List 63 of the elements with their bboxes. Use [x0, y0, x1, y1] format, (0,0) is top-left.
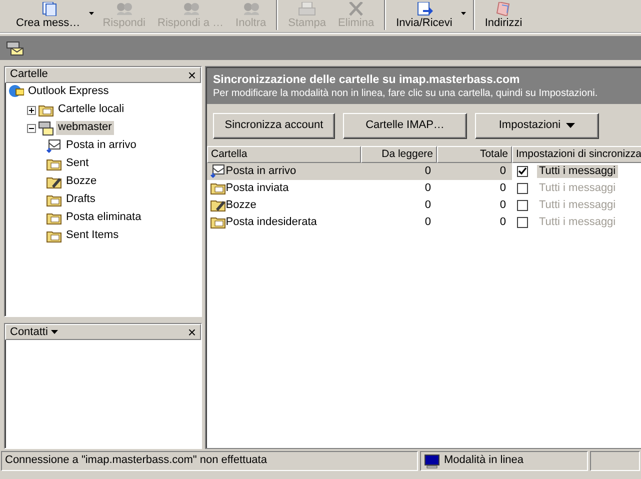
table-cell: 0 [424, 198, 431, 212]
status-panel [590, 451, 640, 471]
tree-item[interactable]: Bozze [64, 175, 99, 189]
dropdown-arrow-icon [566, 123, 576, 128]
table-cell: 0 [500, 198, 506, 212]
tree-item[interactable]: webmaster [56, 121, 114, 135]
column-header[interactable]: Cartella [207, 146, 361, 163]
table-cell: 0 [500, 164, 506, 178]
tree-item[interactable]: Posta in arrivo [64, 139, 138, 153]
table-cell-text: Tutti i messaggi [538, 216, 617, 229]
checkbox[interactable] [517, 200, 528, 211]
collapse-icon[interactable] [27, 124, 36, 132]
sync-description: Per modificare la modalità non in linea, fare clic su una cartella, quindi su Impostazioni. [213, 88, 599, 100]
table-cell: 0 [424, 216, 431, 229]
table-cell: 0 [500, 182, 506, 195]
inbox-icon [46, 138, 62, 154]
column-header[interactable]: Da leggere [361, 146, 437, 163]
people-icon [115, 2, 134, 16]
checkbox[interactable] [517, 182, 528, 194]
close-button[interactable]: × [188, 68, 196, 82]
table-cell: Posta in arrivo [226, 164, 296, 178]
checkbox[interactable] [517, 216, 528, 228]
pane-title[interactable]: Contatti [10, 326, 48, 339]
mail-server-icon [38, 120, 54, 136]
globe-envelope-icon [8, 84, 24, 100]
table-cell: 0 [424, 182, 431, 195]
computer-icon [424, 454, 440, 468]
table-cell: Posta inviata [226, 182, 289, 195]
tree-item[interactable]: Outlook Express [26, 85, 111, 99]
table-cell: 0 [424, 164, 431, 178]
cross-icon [347, 2, 366, 16]
sync-button[interactable]: Impostazioni [475, 112, 599, 139]
toolbar-button[interactable]: Indirizzi [478, 0, 528, 30]
tree-item[interactable]: Cartelle locali [56, 103, 126, 117]
pane-title: Cartelle [10, 68, 48, 82]
checkbox[interactable] [517, 166, 528, 177]
mail-server-icon [6, 40, 24, 56]
status-message: Connessione a "imap.masterbass.com" non effettuata [5, 454, 267, 468]
status-mode: Modalità in linea [444, 454, 524, 468]
column-header[interactable]: Totale [437, 146, 512, 163]
sync-title: Sincronizzazione delle cartelle su imap.masterbass.com [213, 74, 521, 88]
inbox-icon [210, 163, 226, 180]
people-icon [242, 2, 260, 16]
sync-button[interactable]: Cartelle IMAP… [343, 112, 467, 139]
close-button[interactable]: × [188, 325, 196, 340]
toolbar-button[interactable]: Invia/Ricevi [390, 0, 458, 30]
table-cell: Tutti i messaggi [537, 164, 618, 178]
table-cell: 0 [500, 216, 506, 229]
table-cell: Bozze [226, 198, 256, 212]
tree-item[interactable]: Sent Items [64, 229, 121, 243]
document-arrow-icon [415, 2, 434, 16]
dropdown-arrow-icon[interactable] [50, 330, 58, 334]
people-icon [182, 2, 200, 16]
toolbar-button[interactable]: Crea mess… [10, 0, 86, 30]
printer-icon [298, 2, 316, 16]
tree-item[interactable]: Drafts [64, 193, 98, 207]
expand-icon[interactable] [27, 106, 36, 114]
sync-button[interactable]: Sincronizza account [213, 112, 335, 139]
tree-item[interactable]: Sent [64, 157, 91, 171]
table-cell-text: Tutti i messaggi [538, 182, 617, 195]
tree-item[interactable]: Posta eliminata [64, 211, 144, 225]
table-cell: Posta indesiderata [226, 216, 317, 229]
table-cell-text: Tutti i messaggi [538, 198, 617, 212]
